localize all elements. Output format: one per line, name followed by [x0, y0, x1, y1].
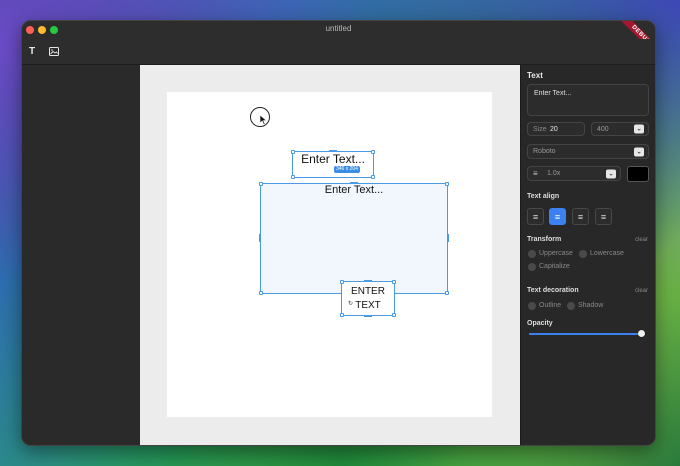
- resize-handle[interactable]: [364, 280, 372, 282]
- outline-label: Outline: [539, 302, 562, 309]
- shadow-radio[interactable]: [567, 302, 575, 310]
- resize-handle[interactable]: [364, 315, 372, 317]
- align-left-button[interactable]: ≡: [527, 208, 544, 225]
- canvas-page[interactable]: Enter Text... 346 x 204 Enter Text... EN…: [167, 92, 492, 417]
- size-value: 20: [550, 126, 558, 133]
- line-height-select[interactable]: ≡ 1.0x ⌄: [527, 166, 621, 181]
- text-box-element[interactable]: Enter Text...: [259, 182, 449, 295]
- line-height-value: 1.0x: [547, 170, 561, 177]
- lowercase-label: Lowercase: [590, 250, 624, 257]
- resize-handle[interactable]: [329, 150, 337, 152]
- capitalize-label: Capitalize: [539, 263, 570, 270]
- line-height-icon: ≡: [533, 169, 538, 178]
- align-left-icon: ≡: [532, 211, 539, 222]
- capitalize-radio[interactable]: [528, 263, 536, 271]
- resize-handle[interactable]: [291, 150, 295, 154]
- text-box-text: Enter Text...: [324, 184, 384, 196]
- title-bar: untitled: [22, 21, 655, 39]
- align-center-button[interactable]: ≡: [549, 208, 566, 225]
- resize-handle[interactable]: [445, 291, 449, 295]
- resize-handle[interactable]: [350, 182, 358, 184]
- resize-handle[interactable]: [371, 150, 375, 154]
- text-decoration-label: Text decoration: [527, 287, 579, 294]
- resize-handle[interactable]: [447, 234, 449, 242]
- shadow-label: Shadow: [578, 302, 604, 309]
- font-family-value: Roboto: [533, 148, 556, 155]
- font-weight-select[interactable]: 400 ⌄: [591, 122, 649, 136]
- resize-handle[interactable]: [392, 280, 396, 284]
- transform-label: Transform: [527, 236, 562, 243]
- text-content-value: Enter Text...: [534, 90, 572, 97]
- text-color-swatch[interactable]: [627, 166, 649, 182]
- align-justify-button[interactable]: ≡: [595, 208, 612, 225]
- decoration-clear-button[interactable]: clear: [635, 288, 648, 294]
- dimensions-badge: 346 x 204: [334, 166, 360, 173]
- resize-handle[interactable]: [291, 175, 295, 179]
- text-align-label: Text align: [527, 193, 560, 200]
- uppercase-label: Uppercase: [539, 250, 573, 257]
- align-right-icon: ≡: [577, 211, 584, 222]
- opacity-slider-thumb[interactable]: [638, 330, 645, 337]
- align-center-icon: ≡: [554, 211, 561, 222]
- weight-value: 400: [597, 126, 609, 133]
- transform-clear-button[interactable]: clear: [635, 237, 648, 243]
- uppercase-text-element[interactable]: ENTER TEXT ↻: [340, 280, 396, 317]
- toolbar: T: [22, 39, 655, 65]
- resize-handle[interactable]: [340, 313, 344, 317]
- resize-handle[interactable]: [259, 291, 263, 295]
- layers-panel: [22, 65, 140, 445]
- text-content-input[interactable]: Enter Text...: [527, 84, 649, 116]
- heading-text-element[interactable]: Enter Text... 346 x 204: [291, 150, 375, 179]
- font-size-input[interactable]: Size 20: [527, 122, 585, 136]
- uppercase-text-line1: ENTER: [351, 286, 385, 297]
- resize-handle[interactable]: [371, 175, 375, 179]
- align-right-button[interactable]: ≡: [572, 208, 589, 225]
- resize-handle[interactable]: [259, 234, 261, 242]
- heading-text: Enter Text...: [301, 152, 365, 166]
- align-justify-icon: ≡: [600, 211, 607, 222]
- cursor-indicator: [250, 107, 270, 127]
- opacity-label: Opacity: [527, 320, 553, 327]
- section-title: Text: [527, 71, 543, 80]
- opacity-slider[interactable]: [529, 330, 645, 338]
- properties-panel: Text Enter Text... Size 20 400 ⌄ Roboto …: [520, 65, 655, 445]
- size-label: Size: [533, 126, 547, 133]
- pointer-icon: [260, 115, 268, 125]
- uppercase-radio[interactable]: [528, 250, 536, 258]
- window-title: untitled: [325, 24, 352, 33]
- outline-radio[interactable]: [528, 302, 536, 310]
- chevron-down-icon: ⌄: [634, 124, 644, 134]
- text-tool-icon: T: [28, 45, 36, 57]
- chevron-down-icon: ⌄: [634, 147, 644, 156]
- resize-handle[interactable]: [259, 182, 263, 186]
- font-family-select[interactable]: Roboto ⌄: [527, 144, 649, 159]
- lowercase-radio[interactable]: [579, 250, 587, 258]
- opacity-slider-fill: [529, 333, 642, 335]
- resize-handle[interactable]: [392, 313, 396, 317]
- add-image-button[interactable]: [46, 43, 62, 59]
- resize-handle[interactable]: [445, 182, 449, 186]
- chevron-down-icon: ⌄: [606, 169, 616, 178]
- image-icon: [49, 46, 59, 56]
- add-text-button[interactable]: T: [24, 43, 40, 59]
- resize-handle[interactable]: [340, 280, 344, 284]
- rotate-icon[interactable]: ↻: [348, 300, 353, 307]
- canvas-area[interactable]: Enter Text... 346 x 204 Enter Text... EN…: [140, 65, 520, 445]
- app-window: untitled DEBUG T Enter Text... 346 x 204…: [21, 20, 656, 446]
